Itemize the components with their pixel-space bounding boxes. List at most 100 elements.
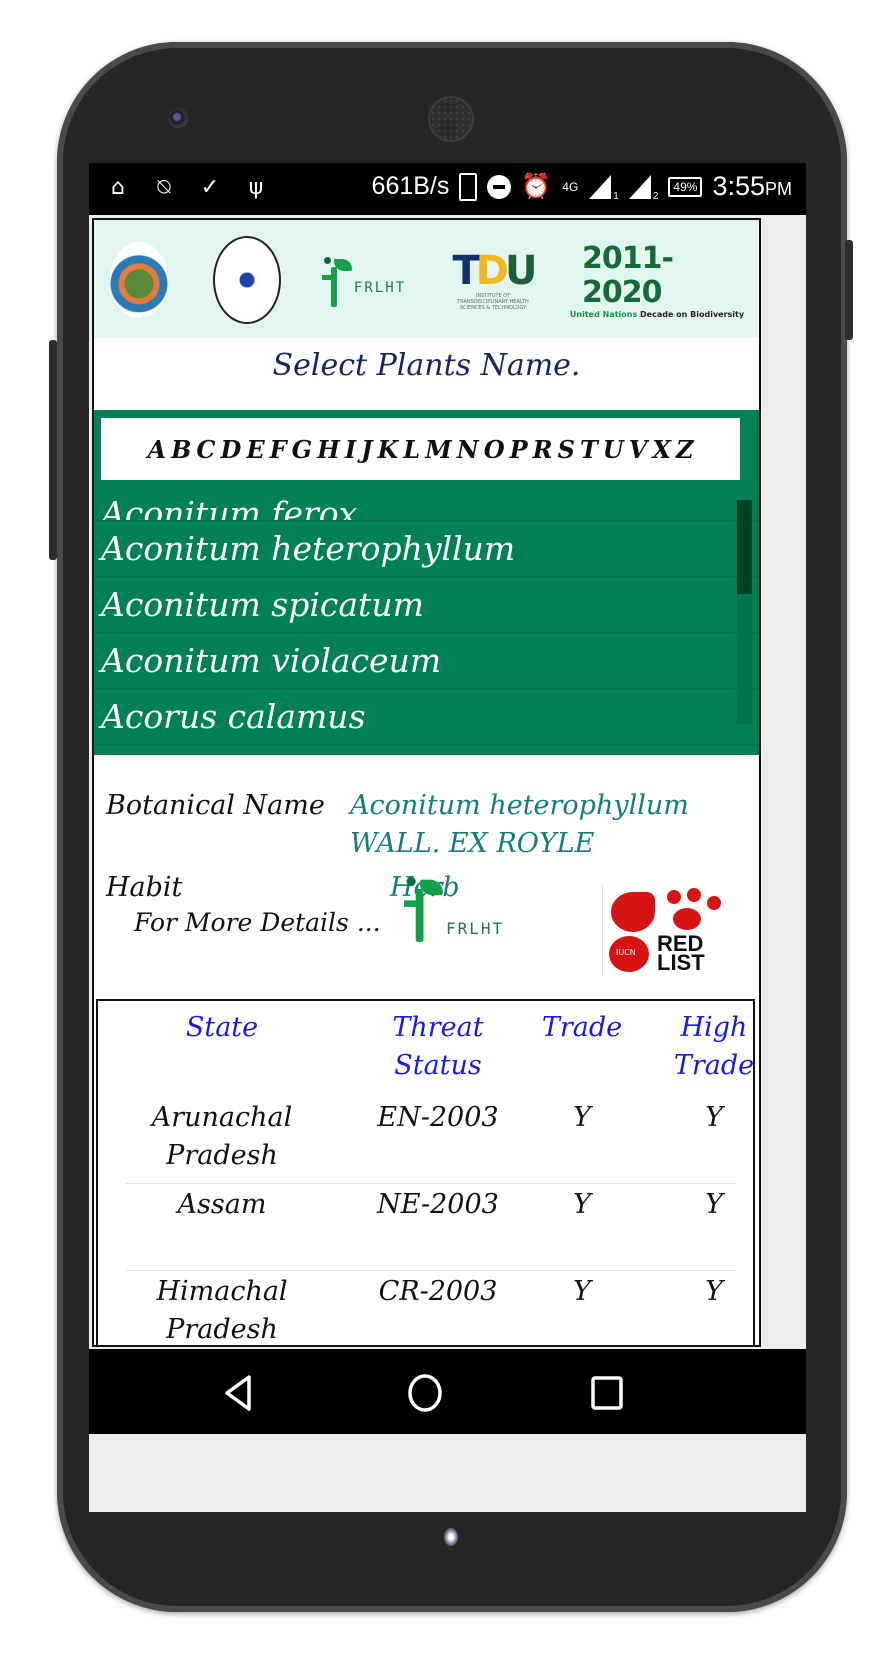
tdu-d: D xyxy=(475,248,509,294)
red-list-paw-icon xyxy=(707,896,721,910)
alphabet-letter-h[interactable]: H xyxy=(316,435,341,464)
threat-status-cell: CR-2003 xyxy=(378,1276,498,1307)
trade-cell: Y xyxy=(573,1276,591,1307)
alphabet-letter-d[interactable]: D xyxy=(220,435,243,464)
frlht-link-text: FRLHT xyxy=(446,919,505,938)
vibrate-icon xyxy=(459,172,478,201)
alphabet-letter-v[interactable]: V xyxy=(628,435,649,464)
alphabet-letter-i[interactable]: I xyxy=(344,435,357,464)
table-row: Assam NE-2003 Y Y xyxy=(126,1184,735,1271)
home-automation-icon: ⌂ xyxy=(111,175,125,200)
battery-icon: 49% xyxy=(668,176,703,197)
red-list-text-2: LIST xyxy=(657,950,705,975)
alphabet-letter-r[interactable]: R xyxy=(532,435,554,464)
moef-logo xyxy=(108,238,170,322)
high-trade-cell: Y xyxy=(705,1189,723,1220)
trade-cell: Y xyxy=(573,1189,591,1220)
alphabet-letter-j[interactable]: J xyxy=(360,435,373,464)
un-subtitle-un: United Nations xyxy=(569,309,638,319)
botanical-name-label: Botanical Name xyxy=(106,790,325,821)
plant-name: Aconitum ferox xyxy=(101,494,358,521)
red-list-drop-icon xyxy=(611,892,655,932)
frlht-link-icon xyxy=(404,872,443,942)
alphabet-letter-o[interactable]: O xyxy=(483,435,506,464)
clock: 3:55PM xyxy=(712,171,792,202)
moef-emblem-icon xyxy=(110,242,168,318)
red-list-paw-icon xyxy=(667,890,681,904)
threat-status-cell: EN-2003 xyxy=(377,1102,499,1133)
table-header: State Threat Status Trade High Trade xyxy=(126,1001,753,1097)
alphabet-letter-k[interactable]: K xyxy=(376,435,399,464)
column-header: High Trade xyxy=(673,1012,755,1081)
table-row: Himachal Pradesh CR-2003 Y Y xyxy=(126,1271,735,1345)
envis-logo xyxy=(212,236,282,324)
scrollbar-thumb[interactable] xyxy=(737,500,752,594)
signal-sim2-icon xyxy=(628,174,651,199)
alphabet-letter-s[interactable]: S xyxy=(557,435,576,464)
high-trade-cell: Y xyxy=(705,1276,723,1307)
habit-label: Habit xyxy=(106,872,183,903)
recents-button[interactable] xyxy=(585,1371,629,1415)
frlht-logo: FRLHT xyxy=(316,238,412,322)
tdu-u: U xyxy=(505,248,538,294)
alphabet-letter-g[interactable]: G xyxy=(291,435,314,464)
recents-icon xyxy=(591,1376,623,1410)
home-icon xyxy=(408,1374,442,1412)
alphabet-letter-u[interactable]: U xyxy=(602,435,625,464)
alphabet-letter-n[interactable]: N xyxy=(456,435,480,464)
frlht-logo-text: FRLHT xyxy=(353,280,407,296)
network-type-icon: 4G xyxy=(562,179,579,194)
sim1-label: 1 xyxy=(613,191,619,202)
table-row: Arunachal Pradesh EN-2003 Y Y xyxy=(126,1097,735,1184)
page-title: Select Plants Name. xyxy=(272,348,581,383)
alarm-icon: ⏰ xyxy=(521,173,552,200)
network-speed: 661B/s xyxy=(371,172,450,200)
plant-name: Acorus calamus xyxy=(101,697,366,736)
red-list-paw-icon xyxy=(687,888,701,902)
column-header: Threat Status xyxy=(392,1012,484,1081)
plant-list-item[interactable]: Aconitum spicatum xyxy=(94,577,759,633)
un-biodiversity-logo: 2011-2020 United Nations Decade on Biodi… xyxy=(570,238,744,322)
tdu-subtitle: INSTITUTE OF TRANSDISCIPLINARY HEALTH SC… xyxy=(457,293,529,311)
alphabet-letter-p[interactable]: P xyxy=(509,435,529,464)
alphabet-letter-b[interactable]: B xyxy=(170,435,192,464)
alphabet-letter-m[interactable]: M xyxy=(424,435,453,464)
plant-selector: ABCDEFGHIJKLMNOPRSTUVXZ Aconitum ferox Ac… xyxy=(94,410,759,755)
alphabet-letter-x[interactable]: X xyxy=(651,435,672,464)
state-cell: Arunachal Pradesh xyxy=(151,1102,293,1171)
table-body: Arunachal Pradesh EN-2003 Y Y Assam NE-2003 Y Y… xyxy=(98,1097,753,1345)
column-header: State xyxy=(185,1012,259,1043)
alphabet-letter-t[interactable]: T xyxy=(579,435,599,464)
alphabet-letter-z[interactable]: Z xyxy=(675,435,695,464)
alphabet-letter-c[interactable]: C xyxy=(195,435,216,464)
iucn-red-list-link[interactable]: REDLIST xyxy=(602,886,729,976)
alphabet-letter-l[interactable]: L xyxy=(402,435,421,464)
clock-time: 3:55 xyxy=(712,171,765,201)
plant-list-item[interactable]: Aconitum violaceum xyxy=(94,633,759,689)
back-button[interactable] xyxy=(217,1371,261,1415)
usb-icon: ψ xyxy=(248,175,264,200)
botanical-name-author: WALL. EX ROYLE xyxy=(350,828,595,859)
alphabet-letter-e[interactable]: E xyxy=(245,435,265,464)
plant-list-item[interactable]: Aconitum ferox xyxy=(94,482,759,521)
screen: ⌂ ⍉ ✓ ψ 661B/s ⏰ 4G 1 2 49% 3:55PM FRLHT xyxy=(89,163,806,1512)
tdu-t: T xyxy=(452,248,480,294)
plant-list-item[interactable]: Acorus calamus xyxy=(94,689,759,745)
column-header: Trade xyxy=(541,1012,623,1043)
plant-name: Aconitum violaceum xyxy=(101,641,442,680)
home-button[interactable] xyxy=(403,1371,447,1415)
red-list-paw-icon xyxy=(673,908,701,930)
more-details-label: For More Details ... xyxy=(134,908,381,937)
power-button xyxy=(845,240,853,340)
iucn-icon xyxy=(609,936,649,972)
plant-list[interactable]: Aconitum ferox Aconitum heterophyllum Acon… xyxy=(94,482,759,755)
high-trade-cell: Y xyxy=(705,1102,723,1133)
envis-emblem-icon xyxy=(213,236,281,324)
plant-list-item[interactable]: Aconitum heterophyllum xyxy=(94,521,759,577)
do-not-disturb-icon xyxy=(487,174,512,199)
un-subtitle-rest: Decade on Biodiversity xyxy=(640,309,745,319)
frlht-link[interactable]: FRLHT xyxy=(404,877,505,942)
alphabet-letter-a[interactable]: A xyxy=(146,435,167,464)
alphabet-letter-f[interactable]: F xyxy=(269,435,288,464)
logo-bar: FRLHT TDU INSTITUTE OF TRANSDISCIPLINARY… xyxy=(94,220,759,338)
